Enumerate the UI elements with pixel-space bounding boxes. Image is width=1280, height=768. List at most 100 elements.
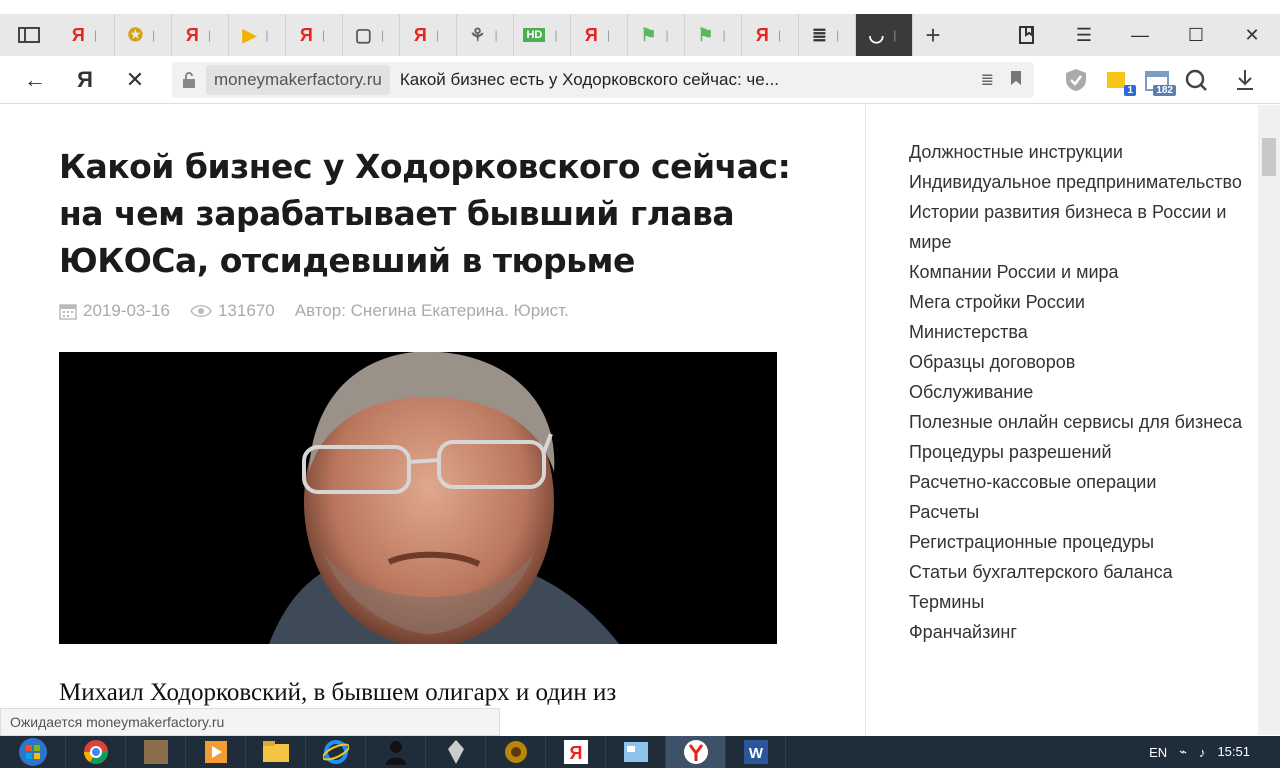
- category-link[interactable]: Процедуры разрешений: [909, 437, 1249, 467]
- word-icon[interactable]: W: [726, 736, 786, 768]
- new-tab-button[interactable]: +: [913, 14, 953, 56]
- article-lede: Михаил Ходорковский, в бывшем олигарх и …: [59, 679, 617, 706]
- tab-title-fade: ❘: [832, 29, 843, 42]
- skyrim-icon[interactable]: [426, 736, 486, 768]
- category-link[interactable]: Термины: [909, 587, 1249, 617]
- protect-shield-icon[interactable]: [1062, 62, 1090, 98]
- warcraft-icon[interactable]: [486, 736, 546, 768]
- tab-title-fade: ❘: [262, 29, 272, 42]
- browser-tab[interactable]: Я ❘: [172, 14, 229, 56]
- page-scrollbar[interactable]: [1258, 105, 1280, 735]
- media-player-icon[interactable]: [186, 736, 246, 768]
- internet-explorer-icon[interactable]: [306, 736, 366, 768]
- category-link[interactable]: Франчайзинг: [909, 617, 1249, 647]
- eye-icon: [190, 305, 212, 317]
- category-link[interactable]: Должностные инструкции: [909, 137, 1249, 167]
- browser-tab[interactable]: ⚑ ❘: [628, 14, 685, 56]
- bookmarks-icon[interactable]: [1000, 14, 1056, 56]
- article: Какой бизнес у Ходорковского сейчас: на …: [0, 105, 866, 735]
- category-link[interactable]: Расчетно-кассовые операции: [909, 467, 1249, 497]
- file-explorer-icon[interactable]: [246, 736, 306, 768]
- url-domain[interactable]: moneymakerfactory.ru: [206, 65, 390, 95]
- browser-tab[interactable]: HD ❘: [514, 14, 571, 56]
- category-link[interactable]: Обслуживание: [909, 377, 1249, 407]
- tab-list: Я ❘ ✪ ❘ Я ❘ ▶ ❘ Я ❘ ▢ ❘ Я ❘ ⚘ ❘ HD ❘ Я ❘ ⚑ ❘ ⚑ ❘ Я ❘ ≣ ❘ ◡ ❘: [58, 14, 913, 56]
- browser-tab[interactable]: Я ❘: [286, 14, 343, 56]
- tab-title-fade: ❘: [662, 29, 672, 42]
- yandex-browser-taskbar-icon[interactable]: [666, 736, 726, 768]
- tab-title-fade: ❘: [551, 29, 561, 42]
- calendar-icon: [59, 304, 77, 320]
- download-icon[interactable]: [1232, 62, 1258, 98]
- game-app-icon[interactable]: [126, 736, 186, 768]
- browser-tab[interactable]: Я ❘: [742, 14, 799, 56]
- bookmark-icon[interactable]: [1010, 70, 1022, 91]
- tab-title-fade: ❘: [204, 29, 215, 42]
- category-link[interactable]: Министерства: [909, 317, 1249, 347]
- category-link[interactable]: Истории развития бизнеса в России и мире: [909, 197, 1249, 257]
- browser-tab[interactable]: ✪ ❘: [115, 14, 172, 56]
- category-link[interactable]: Мега стройки России: [909, 287, 1249, 317]
- tab-title-fade: ❘: [148, 29, 159, 42]
- volume-icon[interactable]: ♪: [1199, 745, 1206, 760]
- category-link[interactable]: Статьи бухгалтерского баланса: [909, 557, 1249, 587]
- network-icon[interactable]: ⌁: [1179, 744, 1187, 760]
- menu-icon[interactable]: ☰: [1056, 14, 1112, 56]
- scrollbar-thumb[interactable]: [1262, 138, 1276, 176]
- browser-tab[interactable]: Я ❘: [400, 14, 457, 56]
- clock-time: 15:51: [1217, 744, 1250, 759]
- browser-tab[interactable]: ⚑ ❘: [685, 14, 742, 56]
- character-game-icon[interactable]: [366, 736, 426, 768]
- browser-tab[interactable]: ◡ ❘: [856, 14, 913, 56]
- category-link[interactable]: Компании России и мира: [909, 257, 1249, 287]
- category-link[interactable]: Индивидуальное предпринимательство: [909, 167, 1249, 197]
- tab-title-fade: ❘: [90, 29, 101, 42]
- chrome-icon[interactable]: [66, 736, 126, 768]
- maximize-button[interactable]: ☐: [1168, 14, 1224, 56]
- lock-icon[interactable]: [172, 62, 206, 98]
- start-button[interactable]: [0, 736, 66, 768]
- browser-tab[interactable]: ▶ ❘: [229, 14, 286, 56]
- yandex-icon: Я: [584, 24, 598, 45]
- article-date: 2019-03-16: [83, 301, 170, 320]
- stop-loading-button[interactable]: ✕: [110, 56, 160, 104]
- os-taskbar: Я W EN ⌁ ♪ 15:51: [0, 736, 1280, 768]
- category-link[interactable]: Расчеты: [909, 497, 1249, 527]
- windows-logo-icon: [18, 738, 47, 766]
- extension-hex-icon[interactable]: [1182, 62, 1210, 98]
- svg-text:Я: Я: [569, 743, 582, 763]
- url-page-title[interactable]: Какой бизнес есть у Ходорковского сейчас…: [400, 70, 779, 90]
- browser-tab[interactable]: ▢ ❘: [343, 14, 400, 56]
- article-author[interactable]: Автор: Снегина Екатерина. Юрист.: [295, 301, 569, 321]
- tab-title-fade: ❘: [491, 29, 501, 42]
- browser-tab[interactable]: ⚘ ❘: [457, 14, 514, 56]
- sidebar-toggle-button[interactable]: [0, 14, 58, 56]
- language-indicator[interactable]: EN: [1149, 745, 1167, 760]
- browser-tab[interactable]: Я ❘: [571, 14, 628, 56]
- close-window-button[interactable]: ✕: [1224, 14, 1280, 56]
- tab-title-fade: ❘: [318, 29, 329, 42]
- browser-tab[interactable]: Я ❘: [58, 14, 115, 56]
- back-button[interactable]: ←: [10, 56, 60, 104]
- article-photo: [59, 352, 777, 644]
- control-panel-icon[interactable]: [606, 736, 666, 768]
- category-link[interactable]: Регистрационные процедуры: [909, 527, 1249, 557]
- puzzle-icon: ✪: [127, 24, 143, 45]
- tab-strip: Я ❘ ✪ ❘ Я ❘ ▶ ❘ Я ❘ ▢ ❘ Я ❘ ⚘ ❘ HD ❘ Я ❘ ⚑ ❘ ⚑ ❘ Я ❘ ≣ ❘ ◡ ❘ + ☰ — ☐ …: [0, 14, 1280, 56]
- category-link[interactable]: Полезные онлайн сервисы для бизнеса: [909, 407, 1249, 437]
- extension-notes-icon[interactable]: 1: [1102, 62, 1136, 98]
- yandex-icon: Я: [185, 24, 199, 45]
- extension-calendar-icon[interactable]: 182: [1142, 62, 1176, 98]
- browser-tab[interactable]: ≣ ❘: [799, 14, 856, 56]
- minimize-button[interactable]: —: [1112, 14, 1168, 56]
- window-controls: ☰ — ☐ ✕: [1000, 14, 1280, 56]
- category-list: Должностные инструкции Индивидуальное пре…: [909, 137, 1249, 647]
- category-link[interactable]: Образцы договоров: [909, 347, 1249, 377]
- address-actions: ≣: [981, 62, 1022, 98]
- yandex-home-button[interactable]: Я: [60, 56, 110, 104]
- yandex-app-icon[interactable]: Я: [546, 736, 606, 768]
- extension-calendar-badge: 182: [1153, 85, 1176, 96]
- address-bar[interactable]: moneymakerfactory.ru Какой бизнес есть у…: [172, 62, 1034, 98]
- reader-mode-icon[interactable]: ≣: [981, 70, 994, 90]
- clock[interactable]: 15:51: [1217, 745, 1250, 759]
